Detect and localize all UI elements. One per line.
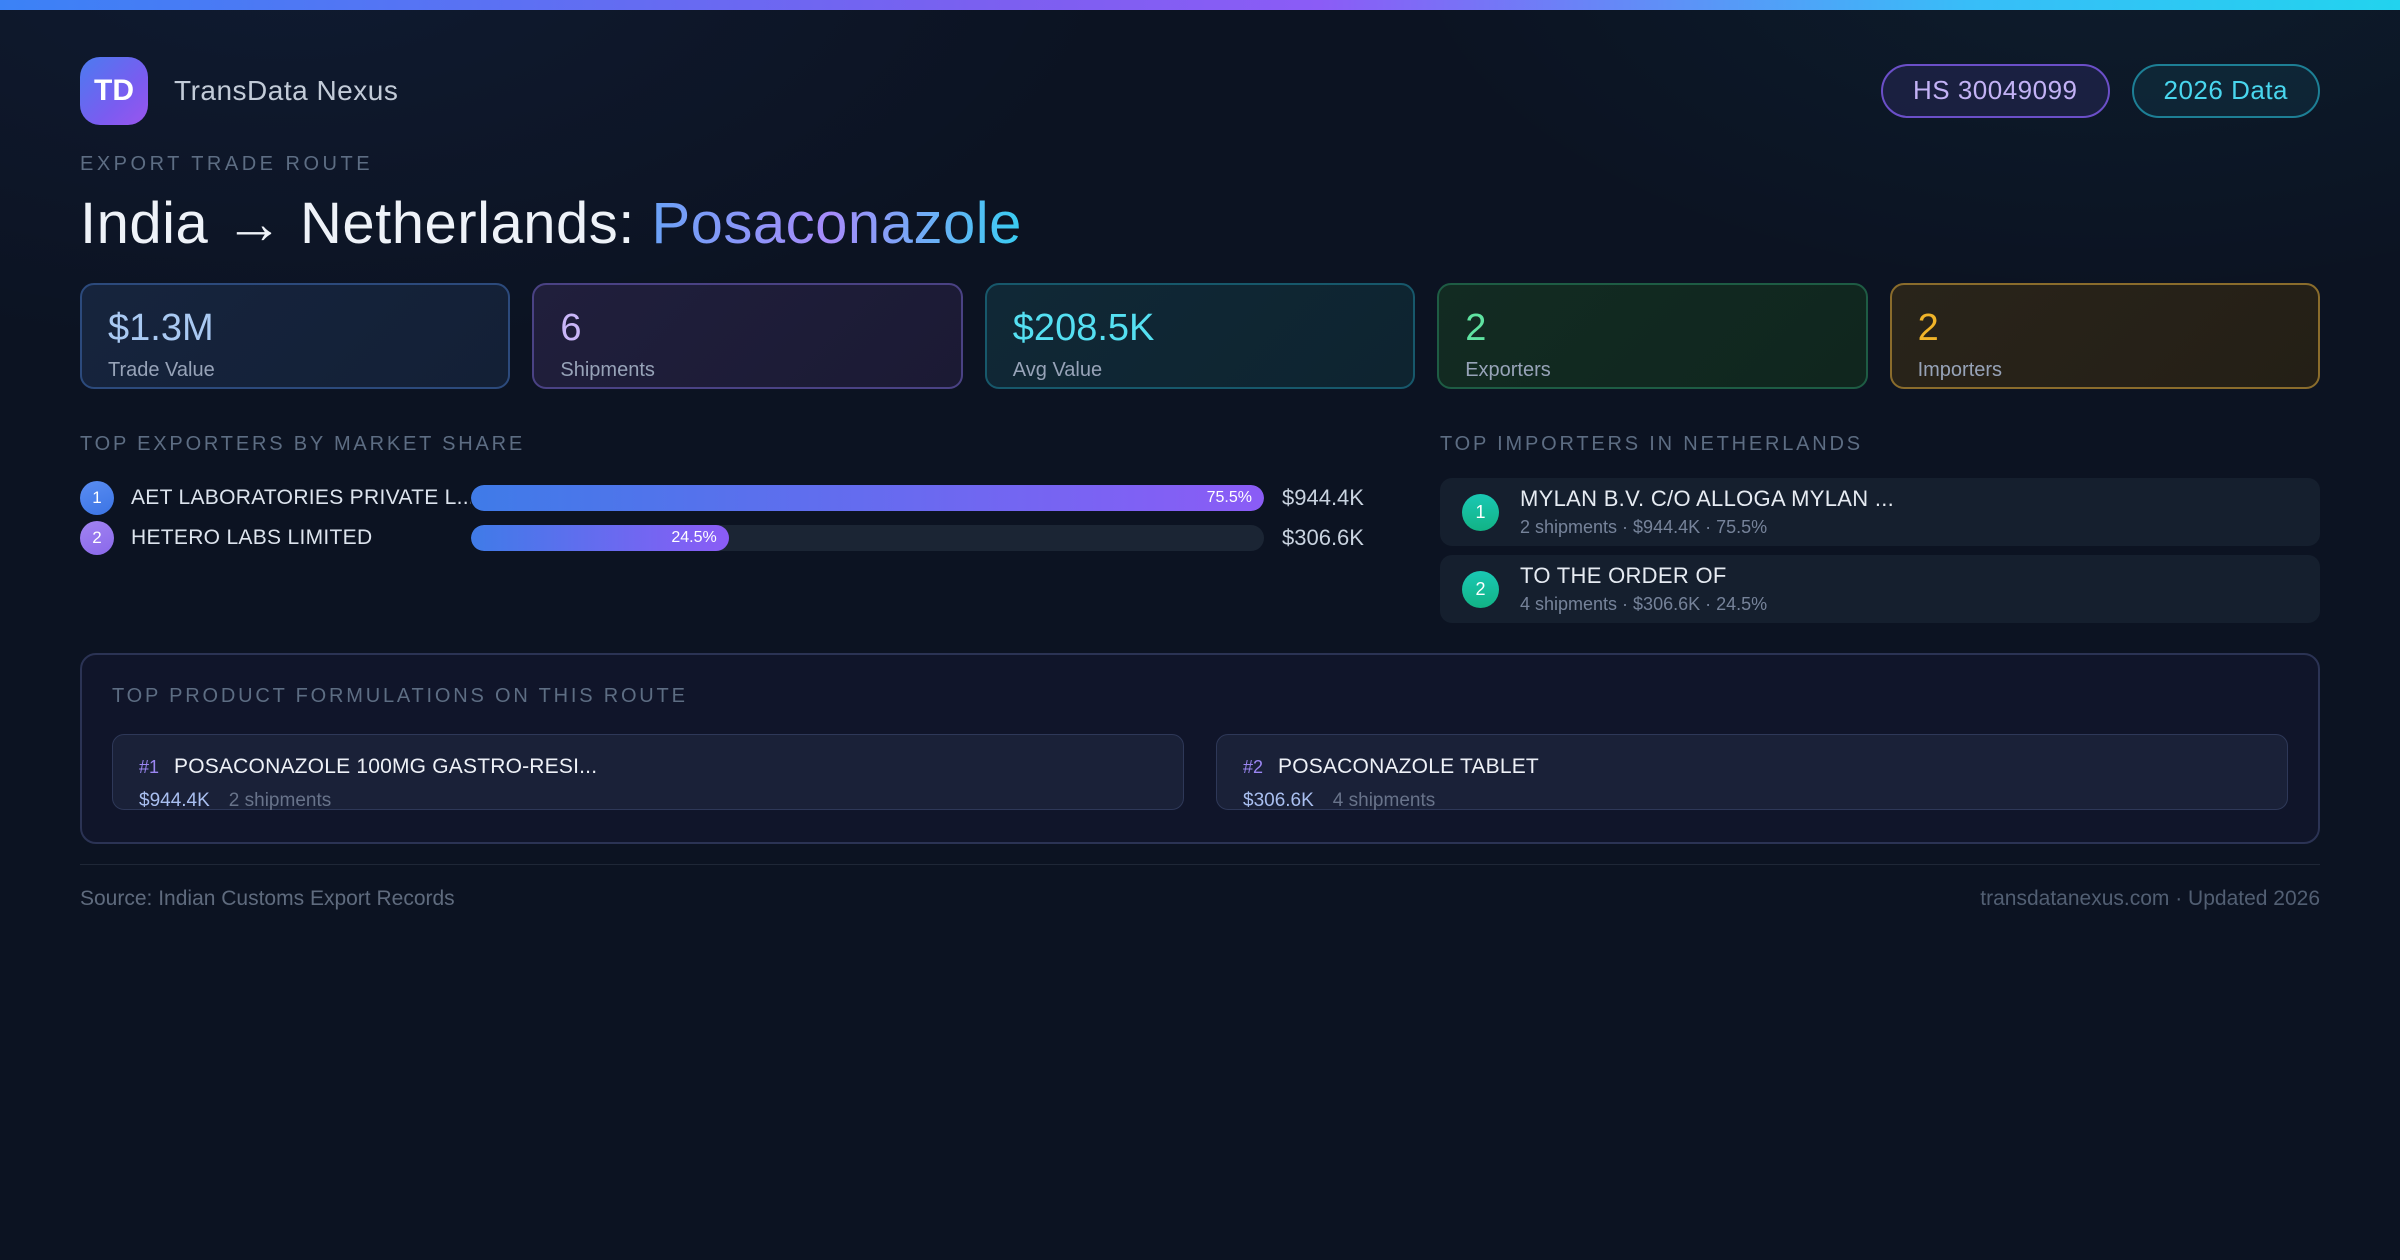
page-container: TD TransData Nexus HS 30049099 2026 Data… [0,57,2400,911]
footer-source: Source: Indian Customs Export Records [80,887,455,910]
product-name: Posaconazole [651,191,1022,256]
share-pct-label: 24.5% [671,529,717,546]
stat-label: Avg Value [1012,359,1103,381]
formulation-name: POSACONAZOLE 100MG GASTRO-RESI... [174,755,598,778]
importer-rows: 1 MYLAN B.V. C/O ALLOGA MYLAN ... 2 ship… [1440,478,2320,623]
exporter-row[interactable]: 1 AET LABORATORIES PRIVATE L... 75.5% $9… [80,478,1400,518]
stat-card-importers: 2 Importers [1889,283,2320,389]
formulations-panel: TOP PRODUCT FORMULATIONS ON THIS ROUTE #… [80,653,2320,844]
brand[interactable]: TD TransData Nexus [80,57,398,125]
formulation-title-row: #2 POSACONAZOLE TABLET [1243,755,2261,779]
formulation-shipments: 2 shipments [228,790,332,811]
exporter-row[interactable]: 2 HETERO LABS LIMITED 24.5% $306.6K [80,518,1400,558]
page-footer: Source: Indian Customs Export Records tr… [80,864,2320,911]
stat-label: Trade Value [108,359,215,381]
exporters-heading: TOP EXPORTERS BY MARKET SHARE [80,433,526,455]
exporters-section: TOP EXPORTERS BY MARKET SHARE 1 AET LABO… [80,433,1400,623]
importer-meta: 4 shipments · $306.6K · 24.5% [1520,594,1768,614]
importers-section: TOP IMPORTERS IN NETHERLANDS 1 MYLAN B.V… [1440,433,2320,623]
formulation-value: $944.4K [139,790,210,811]
importer-name: MYLAN B.V. C/O ALLOGA MYLAN ... [1520,486,1895,511]
market-share-bar-track: 75.5% [471,485,1264,511]
exporter-value: $944.4K [1282,485,1364,510]
formulation-meta-row: $944.4K 2 shipments [139,790,1157,812]
importer-rank-badge: 1 [1462,493,1499,531]
route-eyebrow: EXPORT TRADE ROUTE [80,153,374,175]
formulation-title-row: #1 POSACONAZOLE 100MG GASTRO-RESI... [139,755,1157,779]
exporter-value: $306.6K [1282,525,1364,550]
year-data-badge[interactable]: 2026 Data [2131,64,2320,118]
stat-card-avg-value: $208.5K Avg Value [984,283,1416,389]
stat-value: $208.5K [1012,307,1155,349]
importer-row[interactable]: 2 TO THE ORDER OF 4 shipments · $306.6K … [1440,555,2320,623]
share-pct-label: 75.5% [1206,489,1252,506]
brand-logo-text: TD [94,74,134,107]
stat-value: 2 [1917,307,1939,349]
page-title: India → Netherlands: Posaconazole [80,190,2320,257]
stat-card-exporters: 2 Exporters [1437,283,1868,389]
rank-badge: 1 [80,481,114,515]
formulation-name: POSACONAZOLE TABLET [1278,755,1539,778]
importer-name: TO THE ORDER OF [1520,563,1727,588]
brand-logo: TD [80,57,148,125]
stat-label: Exporters [1465,359,1551,381]
stats-row: $1.3M Trade Value 6 Shipments $208.5K Av… [80,283,2320,389]
stat-card-trade-value: $1.3M Trade Value [80,283,511,389]
brand-name: TransData Nexus [174,75,399,106]
importer-rank-badge: 2 [1462,570,1499,608]
importer-meta: 2 shipments · $944.4K · 75.5% [1520,517,1768,537]
importer-info: MYLAN B.V. C/O ALLOGA MYLAN ... 2 shipme… [1520,486,1894,538]
formulation-card[interactable]: #2 POSACONAZOLE TABLET $306.6K 4 shipmen… [1216,734,2288,812]
formulation-shipments: 4 shipments [1332,790,1436,811]
importer-info: TO THE ORDER OF 4 shipments · $306.6K · … [1520,563,1767,615]
hs-code-badge[interactable]: HS 30049099 [1880,64,2110,118]
stat-label: Shipments [560,359,655,381]
exporter-name: HETERO LABS LIMITED [131,526,373,549]
exporter-name: AET LABORATORIES PRIVATE L... [131,486,471,509]
formulation-rank: #2 [1243,757,1264,777]
stat-value: 6 [560,307,582,349]
importers-heading: TOP IMPORTERS IN NETHERLANDS [1440,433,1863,455]
formulation-meta-row: $306.6K 4 shipments [1243,790,2261,812]
formulation-value: $306.6K [1243,790,1314,811]
stat-value: $1.3M [108,307,214,349]
app-header: TD TransData Nexus HS 30049099 2026 Data [80,57,2320,125]
exporter-rows: 1 AET LABORATORIES PRIVATE L... 75.5% $9… [80,478,1400,558]
formulation-card[interactable]: #1 POSACONAZOLE 100MG GASTRO-RESI... $94… [112,734,1184,812]
header-badges: HS 30049099 2026 Data [1880,64,2320,118]
stat-card-shipments: 6 Shipments [532,283,963,389]
market-share-bar-track: 24.5% [471,525,1264,551]
formulation-cards: #1 POSACONAZOLE 100MG GASTRO-RESI... $94… [112,734,2288,812]
market-share-bar-fill: 24.5% [471,525,729,551]
route-text: India → Netherlands: [80,191,652,256]
formulation-rank: #1 [139,757,160,777]
importer-row[interactable]: 1 MYLAN B.V. C/O ALLOGA MYLAN ... 2 ship… [1440,478,2320,546]
stat-label: Importers [1917,359,2003,381]
stat-value: 2 [1465,307,1487,349]
footer-site: transdatanexus.com · Updated 2026 [1980,887,2320,910]
rank-badge: 2 [80,521,114,555]
formulations-heading: TOP PRODUCT FORMULATIONS ON THIS ROUTE [112,685,688,707]
top-accent-bar [0,0,2400,10]
columns-section: TOP EXPORTERS BY MARKET SHARE 1 AET LABO… [80,433,2320,623]
market-share-bar-fill: 75.5% [471,485,1264,511]
